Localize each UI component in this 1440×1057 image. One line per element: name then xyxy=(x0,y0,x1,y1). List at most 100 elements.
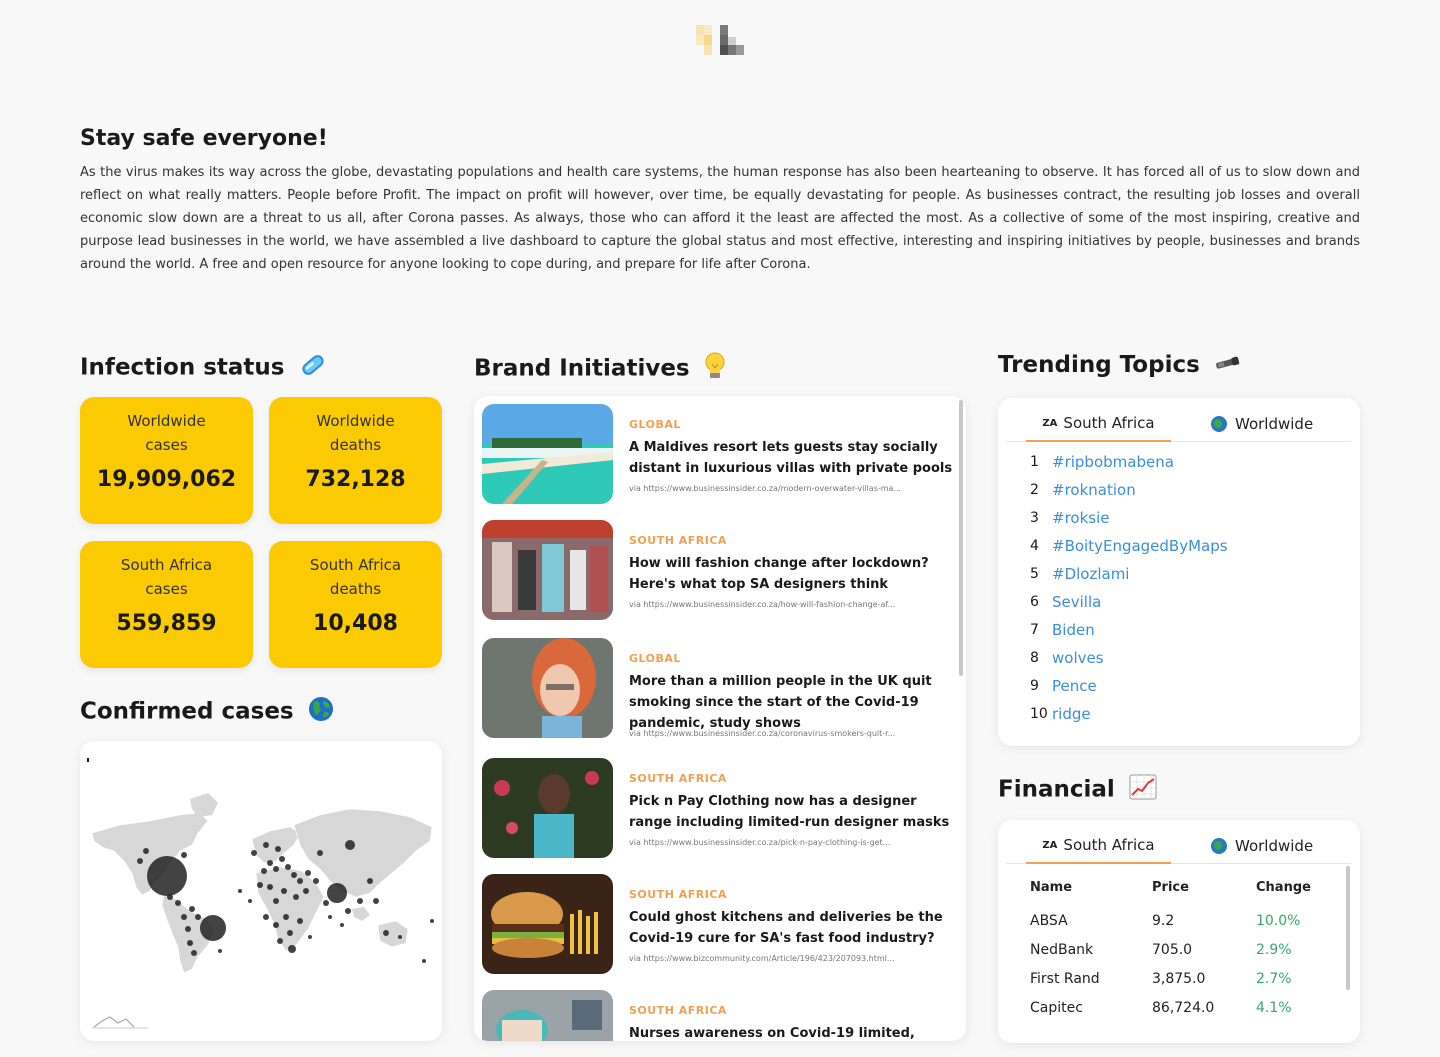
stat-value: 10,408 xyxy=(313,611,398,636)
article-source-link[interactable]: via https://www.bizcommunity.com/Article… xyxy=(629,954,939,963)
article-title[interactable]: Nurses awareness on Covid-19 limited, su… xyxy=(629,1023,959,1041)
article-title[interactable]: A Maldives resort lets guests stay socia… xyxy=(629,437,959,479)
tab-south-africa[interactable]: ZA South Africa xyxy=(1026,406,1171,442)
bubble-brazil xyxy=(200,915,226,941)
trend-rank: 2 xyxy=(1030,482,1039,498)
trend-topic[interactable]: #roksie xyxy=(1052,509,1109,527)
article-image-maldives[interactable] xyxy=(482,404,613,504)
article-title[interactable]: Pick n Pay Clothing now has a designer r… xyxy=(629,791,959,833)
brand-scrollbar[interactable] xyxy=(959,400,963,676)
globe-icon xyxy=(1211,838,1227,854)
article-card[interactable]: SOUTH AFRICA Could ghost kitchens and de… xyxy=(482,874,957,976)
trend-topic[interactable]: #Dlozlami xyxy=(1052,565,1129,583)
trend-rank: 1 xyxy=(1030,454,1039,470)
article-image-burger[interactable] xyxy=(482,874,613,974)
stat-label: South Africa xyxy=(120,556,213,574)
trend-topic[interactable]: #ripbobmabena xyxy=(1052,453,1174,471)
stat-label: Worldwide xyxy=(316,412,395,430)
stock-name: NedBank xyxy=(1030,942,1094,958)
col-price-header: Price xyxy=(1152,880,1189,895)
article-card[interactable]: SOUTH AFRICA Nurses awareness on Covid-1… xyxy=(482,990,957,1041)
pill-icon xyxy=(299,352,327,384)
trend-item[interactable]: 1 #ripbobmabena xyxy=(1030,450,1174,474)
article-title[interactable]: More than a million people in the UK qui… xyxy=(629,671,959,734)
financial-card: ZA South Africa Worldwide Name Price Cha… xyxy=(998,820,1360,1043)
trend-topic[interactable]: wolves xyxy=(1052,649,1104,667)
article-region: SOUTH AFRICA xyxy=(629,534,727,547)
stat-label: deaths xyxy=(329,580,382,598)
trending-title-row: Trending Topics xyxy=(998,352,1242,379)
article-source-link[interactable]: via https://www.businessinsider.co.za/ho… xyxy=(629,600,939,609)
site-logo[interactable] xyxy=(696,25,744,55)
stat-label: cases xyxy=(145,580,188,598)
trend-item[interactable]: 6 Sevilla xyxy=(1030,590,1101,614)
table-row: First Rand 3,875.0 2.7% xyxy=(1030,971,1350,991)
trend-item[interactable]: 5 #Dlozlami xyxy=(1030,562,1129,586)
tab-label: South Africa xyxy=(1063,836,1155,854)
stock-name: Capitec xyxy=(1030,1000,1083,1016)
trend-item[interactable]: 10 ridge xyxy=(1030,702,1091,726)
trend-topic[interactable]: Sevilla xyxy=(1052,593,1101,611)
globe-icon xyxy=(308,696,334,728)
trend-topic[interactable]: #roknation xyxy=(1052,481,1136,499)
article-region: GLOBAL xyxy=(629,652,681,665)
trend-rank: 9 xyxy=(1030,678,1039,694)
trend-item[interactable]: 2 #roknation xyxy=(1030,478,1136,502)
trending-title: Trending Topics xyxy=(998,352,1200,378)
stock-price: 9.2 xyxy=(1152,913,1175,929)
infection-title-row: Infection status xyxy=(80,352,327,384)
trend-item[interactable]: 7 Biden xyxy=(1030,618,1095,642)
stat-worldwide-deaths: Worldwide deaths 732,128 xyxy=(269,397,442,524)
trend-item[interactable]: 4 #BoityEngagedByMaps xyxy=(1030,534,1228,558)
stat-label: South Africa xyxy=(309,556,402,574)
article-card[interactable]: SOUTH AFRICA How will fashion change aft… xyxy=(482,520,957,622)
trend-topic[interactable]: Biden xyxy=(1052,621,1095,639)
article-card[interactable]: GLOBAL A Maldives resort lets guests sta… xyxy=(482,404,957,506)
trend-topic[interactable]: #BoityEngagedByMaps xyxy=(1052,537,1228,555)
article-source-link[interactable]: via https://www.businessinsider.co.za/mo… xyxy=(629,484,939,493)
trend-item[interactable]: 3 #roksie xyxy=(1030,506,1109,530)
stat-label: cases xyxy=(145,436,188,454)
article-card[interactable]: SOUTH AFRICA Pick n Pay Clothing now has… xyxy=(482,758,957,860)
trend-topic[interactable]: Pence xyxy=(1052,677,1097,695)
col-name-header: Name xyxy=(1030,880,1073,895)
trend-rank: 3 xyxy=(1030,510,1039,526)
bubble-usa xyxy=(147,856,187,896)
article-card[interactable]: GLOBAL More than a million people in the… xyxy=(482,638,957,740)
article-image-fashion[interactable] xyxy=(482,520,613,620)
trend-topic[interactable]: ridge xyxy=(1052,705,1091,723)
trending-topics-card: ZA South Africa Worldwide 1 #ripbobmabena… xyxy=(998,398,1360,746)
brand-initiatives-list[interactable]: GLOBAL A Maldives resort lets guests sta… xyxy=(474,396,966,1041)
stat-label: deaths xyxy=(329,436,382,454)
tab-worldwide[interactable]: Worldwide xyxy=(1211,828,1341,864)
tab-label: Worldwide xyxy=(1235,837,1314,855)
article-image-smoking[interactable] xyxy=(482,638,613,738)
article-source-link[interactable]: via https://www.businessinsider.co.za/pi… xyxy=(629,838,939,847)
article-image-pick-n-pay[interactable] xyxy=(482,758,613,858)
trend-rank: 7 xyxy=(1030,622,1039,638)
trend-item[interactable]: 9 Pence xyxy=(1030,674,1097,698)
brand-title-row: Brand Initiatives xyxy=(474,352,726,386)
confirmed-cases-map[interactable] xyxy=(80,741,442,1041)
stock-price: 705.0 xyxy=(1152,942,1193,958)
confirmed-title-row: Confirmed cases xyxy=(80,696,334,728)
table-row: NedBank 705.0 2.9% xyxy=(1030,942,1350,962)
article-title[interactable]: How will fashion change after lockdown? … xyxy=(629,553,959,595)
bubble-russia xyxy=(345,840,355,850)
tab-worldwide[interactable]: Worldwide xyxy=(1211,406,1341,442)
stat-label: Worldwide xyxy=(127,412,206,430)
trend-item[interactable]: 8 wolves xyxy=(1030,646,1104,670)
stat-sa-cases: South Africa cases 559,859 xyxy=(80,541,253,668)
intro-body: As the virus makes its way across the gl… xyxy=(80,165,1360,272)
confirmed-title: Confirmed cases xyxy=(80,698,294,725)
article-title[interactable]: Could ghost kitchens and deliveries be t… xyxy=(629,907,959,949)
za-flag-icon: ZA xyxy=(1042,417,1058,429)
world-map[interactable] xyxy=(80,741,442,1041)
tab-south-africa[interactable]: ZA South Africa xyxy=(1026,828,1171,864)
stock-price: 3,875.0 xyxy=(1152,971,1206,987)
article-image-nurses[interactable] xyxy=(482,990,613,1041)
trending-tabs: ZA South Africa Worldwide xyxy=(1006,406,1351,442)
chart-increasing-icon xyxy=(1129,774,1157,806)
article-source-link[interactable]: via https://www.businessinsider.co.za/co… xyxy=(629,729,939,738)
trend-rank: 10 xyxy=(1030,706,1048,722)
